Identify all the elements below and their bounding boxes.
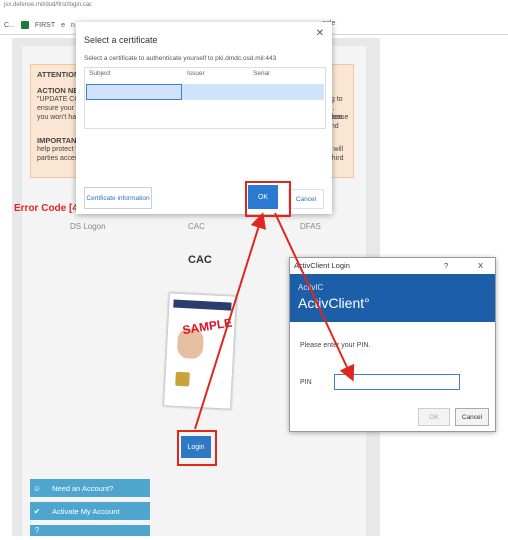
arrow-ok-to-pin <box>274 212 355 382</box>
annotation-arrows <box>194 212 355 430</box>
arrow-login-to-ok <box>194 212 267 430</box>
